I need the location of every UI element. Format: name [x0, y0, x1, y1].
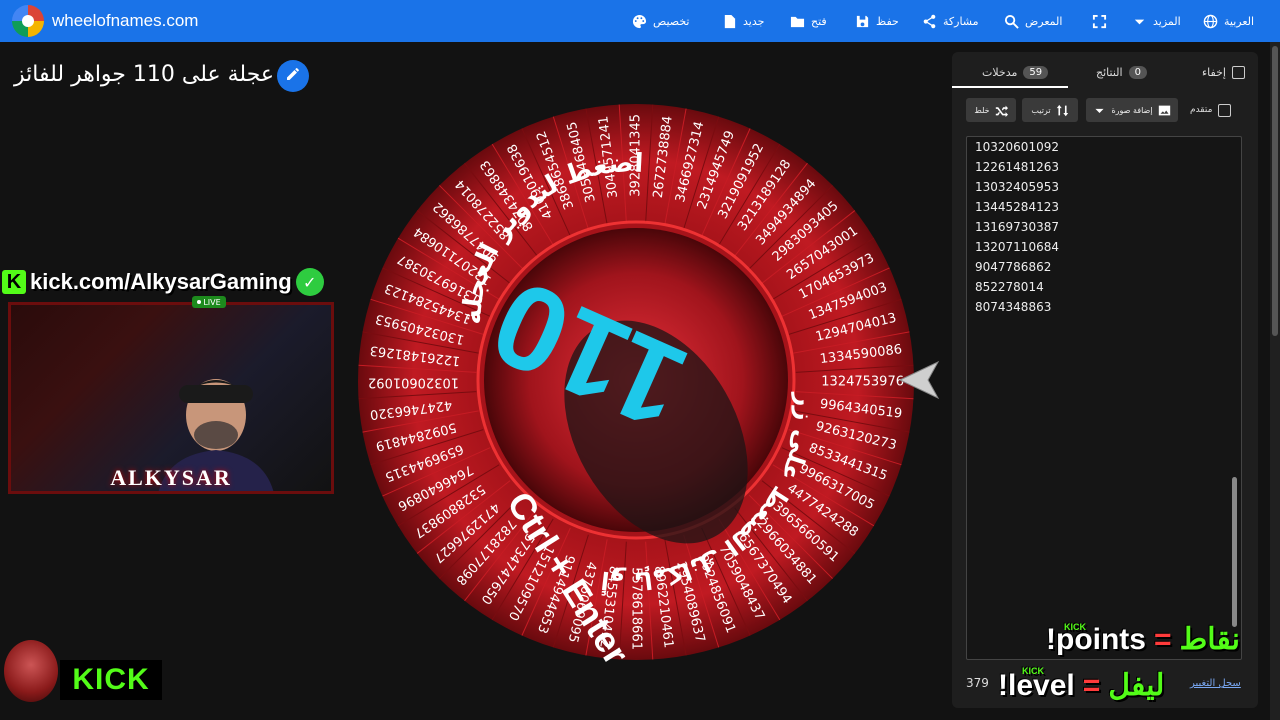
more-menu[interactable]: المزيد: [1132, 11, 1181, 31]
entries-list: 10320601092 12261481263 13032405953 1344528…: [975, 137, 1059, 317]
streamer-avatar: [4, 640, 58, 702]
entries-panel: مدخلات 59 النتائج 0 إخفاء خلط ترتيب إضاف…: [952, 52, 1258, 708]
top-bar: wheelofnames.com تخصيص جديد فتح حفظ مشار…: [0, 0, 1280, 42]
entry-item: 9047786862: [975, 260, 1052, 274]
shuffle-icon: [995, 105, 1008, 117]
more-label: المزيد: [1153, 14, 1181, 28]
wheel-segment-label: 1324753976: [821, 375, 904, 390]
wheel-pointer-icon: [898, 360, 940, 400]
customize-button[interactable]: تخصيص: [632, 11, 690, 31]
gallery-label: المعرض: [1025, 14, 1063, 28]
customize-label: تخصيص: [653, 14, 690, 28]
level-command-ar: ليفل: [1108, 669, 1165, 702]
points-kick-tag: KICK: [1064, 622, 1086, 632]
add-image-dropdown[interactable]: إضافة صورة: [1086, 98, 1178, 122]
live-badge: LIVE: [192, 296, 226, 308]
gallery-button[interactable]: المعرض: [1004, 11, 1062, 31]
new-button[interactable]: جديد: [722, 11, 764, 31]
save-icon: [855, 14, 870, 29]
hide-checkbox[interactable]: [1231, 65, 1245, 79]
points-command-en: !points: [1046, 622, 1146, 656]
entry-item: 13445284123: [975, 200, 1059, 214]
caret-down-icon: [1132, 14, 1147, 29]
entry-item: 12261481263: [975, 160, 1059, 174]
image-icon: [1158, 105, 1170, 115]
tab-results[interactable]: النتائج 0: [1096, 58, 1147, 86]
wheel-segment-label: 10320601092: [368, 375, 459, 390]
hide-toggle[interactable]: إخفاء: [1202, 58, 1245, 86]
streamer-name: ALKYSAR: [110, 465, 232, 490]
share-button[interactable]: مشاركة: [922, 11, 979, 31]
points-equals: =: [1153, 622, 1172, 656]
wheel-logo-icon: [12, 5, 44, 37]
sort-icon: [1056, 104, 1068, 116]
kick-k-icon: K: [2, 270, 26, 294]
entry-item: 13169730387: [975, 220, 1059, 234]
entry-item: 13032405953: [975, 180, 1059, 194]
advanced-checkbox[interactable]: [1218, 103, 1232, 117]
share-icon: [922, 14, 937, 29]
results-count-badge: 0: [1128, 65, 1147, 79]
fullscreen-button[interactable]: [1092, 11, 1107, 31]
sort-button[interactable]: ترتيب: [1022, 98, 1078, 122]
globe-icon: [1203, 14, 1218, 29]
shuffle-button[interactable]: خلط: [966, 98, 1016, 122]
entries-tab-label: مدخلات: [982, 65, 1018, 79]
tab-entries[interactable]: مدخلات 59: [982, 58, 1049, 86]
kick-banner: K kick.com/AlkysarGaming ✓: [2, 266, 352, 298]
level-equals: =: [1082, 668, 1101, 702]
webcam-frame: ALKYSAR: [8, 302, 334, 494]
entry-item: 8074348863: [975, 300, 1052, 314]
wheel-title: عجلة على 110 جواهر للفائز: [14, 62, 275, 87]
kick-url: kick.com/AlkysarGaming: [30, 269, 292, 294]
file-icon: [722, 14, 737, 29]
palette-icon: [632, 14, 647, 29]
page-scrollbar[interactable]: [1270, 42, 1280, 720]
history-link[interactable]: سجل التغيير: [1190, 678, 1241, 689]
brand[interactable]: wheelofnames.com: [12, 5, 198, 37]
open-button[interactable]: فتح: [790, 11, 827, 31]
entry-item: 852278014: [975, 280, 1044, 294]
entries-scrollbar-thumb[interactable]: [1232, 477, 1237, 627]
wheel-canvas[interactable]: 1032060109212261481263130324059531344528…: [356, 102, 916, 662]
page-scrollbar-thumb[interactable]: [1272, 46, 1278, 336]
advanced-label: متقدم: [1190, 105, 1213, 115]
entries-total: 379: [966, 676, 989, 690]
entry-item: 13207110684: [975, 240, 1059, 254]
add-image-label: إضافة صورة: [1111, 105, 1153, 115]
level-kick-tag: KICK: [1022, 666, 1044, 676]
edit-title-button[interactable]: [277, 60, 309, 92]
open-label: فتح: [811, 14, 827, 28]
entry-item: 10320601092: [975, 140, 1059, 154]
save-button[interactable]: حفظ: [855, 11, 899, 31]
language-menu[interactable]: العربية: [1203, 11, 1254, 31]
fullscreen-icon: [1092, 14, 1107, 29]
new-label: جديد: [743, 14, 765, 28]
advanced-toggle[interactable]: متقدم: [1190, 96, 1232, 124]
language-label: العربية: [1224, 14, 1255, 28]
folder-icon: [790, 14, 805, 29]
active-tab-indicator: [952, 86, 1068, 88]
points-command-ar: نقاط: [1179, 623, 1240, 656]
verified-check-icon: ✓: [295, 268, 324, 296]
caret-down-icon: [1095, 108, 1105, 113]
share-label: مشاركة: [943, 14, 979, 28]
kick-logo: KICK: [60, 660, 162, 700]
shuffle-label: خلط: [974, 105, 990, 115]
site-name: wheelofnames.com: [52, 11, 199, 30]
sort-label: ترتيب: [1031, 105, 1051, 115]
pencil-icon: [285, 66, 301, 86]
hide-label: إخفاء: [1202, 65, 1226, 79]
wheel[interactable]: 10320601092 12261481263 13032405953 1344528…: [356, 102, 916, 662]
entries-textarea[interactable]: 10320601092 12261481263 13032405953 1344528…: [966, 136, 1242, 660]
results-tab-label: النتائج: [1096, 65, 1123, 79]
search-icon: [1004, 14, 1019, 29]
entries-count-badge: 59: [1023, 65, 1049, 79]
save-label: حفظ: [876, 14, 899, 28]
